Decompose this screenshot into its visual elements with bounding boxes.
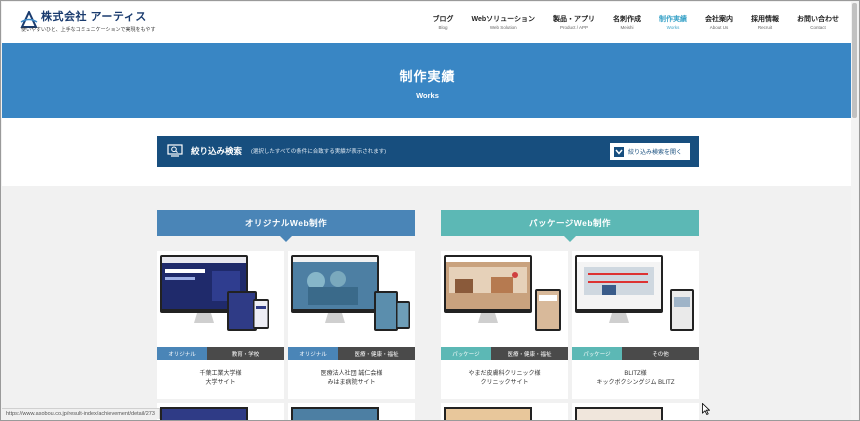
nav-label-en: Works [666,25,680,30]
work-site: キックボクシングジム BLITZ [596,380,675,386]
work-thumbnail [157,251,284,347]
nav-label-jp: お問い合わせ [797,16,839,23]
nav-item-meishi[interactable]: 名刺作成 Meishi [613,15,641,31]
tag-industry: その他 [622,347,699,360]
category-package-web: パッケージWeb制作 [441,210,699,242]
tag-type: パッケージ [572,347,622,360]
work-title: やまだ皮膚科クリニック様 クリニックサイト [441,370,568,388]
nav-label-jp: 名刺作成 [613,16,641,23]
work-site: 大学サイト [205,380,236,386]
nav-item-about[interactable]: 会社案内 About Us [705,15,733,31]
page-title: 制作実績 [399,69,456,84]
work-card[interactable]: パッケージ 医療・健康・福祉 やまだ皮膚科クリニック様 クリニックサイト [441,251,568,399]
work-title: BLITZ様 キックボクシングジム BLITZ [572,370,699,388]
logo-tagline: 使いやすいひと、上手なコミュニケーションで実現をもやす [21,27,156,33]
chevron-down-icon [614,146,624,157]
nav-label-jp: Webソリューション [471,16,535,23]
work-tags: パッケージ その他 [572,347,699,360]
nav-label-en: Recruit [757,25,773,30]
work-thumbnail [444,407,532,420]
nav-label-jp: 会社案内 [705,16,733,23]
work-thumbnail [575,407,663,420]
work-site: みはま病院サイト [327,380,376,386]
work-client: BLITZ様 [624,371,647,377]
mouse-cursor-icon [702,403,710,415]
filter-search-title: 絞り込み検索 [191,146,243,156]
nav-label-jp: 採用情報 [751,16,779,23]
tag-type: オリジナル [288,347,338,360]
open-filter-button[interactable]: 絞り込み検索を開く [610,143,690,160]
monitor-search-icon [167,144,183,157]
work-title: 医療法人社団 誠仁会様 みはま病院サイト [288,370,415,388]
work-card[interactable]: オリジナル 医療・健康・福祉 医療法人社団 誠仁会様 みはま病院サイト [288,251,415,399]
work-thumbnail [288,251,415,347]
work-thumbnail [291,407,379,420]
nav-label-en: Product / APP [559,25,588,30]
category-label: パッケージWeb制作 [528,218,612,228]
nav-item-blog[interactable]: ブログ Blog [432,15,453,31]
work-card[interactable]: パッケージ その他 BLITZ様 キックボクシングジム BLITZ [572,251,699,399]
page-subtitle: Works [416,91,439,100]
work-card[interactable]: オリジナル 教育・学校 千葉工業大学様 大学サイト [157,251,284,399]
tag-industry: 教育・学校 [207,347,284,360]
nav-label-en: Contact [810,25,826,30]
work-card[interactable] [572,403,699,420]
browser-viewport: 株式会社 アーティス 使いやすいひと、上手なコミュニケーションで実現をもやす ブ… [0,0,860,421]
main-nav: ブログ Blog Webソリューション Web Solution 製品・アプリ … [414,15,839,31]
work-card[interactable] [157,403,284,420]
logo-name: 株式会社 アーティス [41,11,147,23]
work-tags: オリジナル 医療・健康・福祉 [288,347,415,360]
work-thumbnail [441,251,568,347]
tag-type: パッケージ [441,347,491,360]
category-label: オリジナルWeb制作 [244,218,328,228]
nav-label-jp: ブログ [432,16,454,23]
nav-label-en: Blog [438,25,448,30]
nav-item-recruit[interactable]: 採用情報 Recruit [751,15,779,31]
down-arrow-icon [564,236,576,242]
tag-type: オリジナル [157,347,207,360]
site-header: 株式会社 アーティス 使いやすいひと、上手なコミュニケーションで実現をもやす ブ… [2,2,853,43]
open-filter-label: 絞り込み検索を開く [628,150,683,156]
nav-label-jp: 製品・アプリ [553,16,595,23]
nav-item-contact[interactable]: お問い合わせ Contact [797,15,839,31]
work-tags: パッケージ 医療・健康・福祉 [441,347,568,360]
work-title: 千葉工業大学様 大学サイト [157,370,284,388]
work-client: やまだ皮膚科クリニック様 [468,371,541,377]
category-original-web: オリジナルWeb制作 [157,210,415,242]
page-hero: 制作実績 Works [2,43,853,118]
work-card[interactable] [288,403,415,420]
tag-industry: 医療・健康・福祉 [491,347,568,360]
work-client: 千葉工業大学様 [199,371,242,377]
filter-search-bar: 絞り込み検索 (選択したすべての条件に合致する実績が表示されます) 絞り込み検索… [157,136,699,167]
work-client: 医療法人社団 誠仁会様 [320,371,383,377]
work-thumbnail [160,407,248,420]
nav-label-en: About Us [709,25,729,30]
work-site: クリニックサイト [480,380,529,386]
nav-label-jp: 制作実績 [659,16,687,23]
work-thumbnail [572,251,699,347]
work-tags: オリジナル 教育・学校 [157,347,284,360]
work-card[interactable] [441,403,568,420]
tag-industry: 医療・健康・福祉 [338,347,415,360]
down-arrow-icon [280,236,292,242]
scrollbar-thumb[interactable] [852,3,857,118]
nav-label-en: Meishi [620,25,634,30]
site-logo[interactable]: 株式会社 アーティス 使いやすいひと、上手なコミュニケーションで実現をもやす [20,11,156,33]
nav-item-works[interactable]: 制作実績 Works [659,15,687,31]
status-bar-url: https://www.asobou.co.jp/result-index/ac… [2,408,160,419]
nav-item-web-solution[interactable]: Webソリューション Web Solution [471,15,535,31]
nav-label-en: Web Solution [489,25,517,30]
nav-item-product[interactable]: 製品・アプリ Product / APP [553,15,595,31]
filter-search-note: (選択したすべての条件に合致する実績が表示されます) [251,149,387,155]
